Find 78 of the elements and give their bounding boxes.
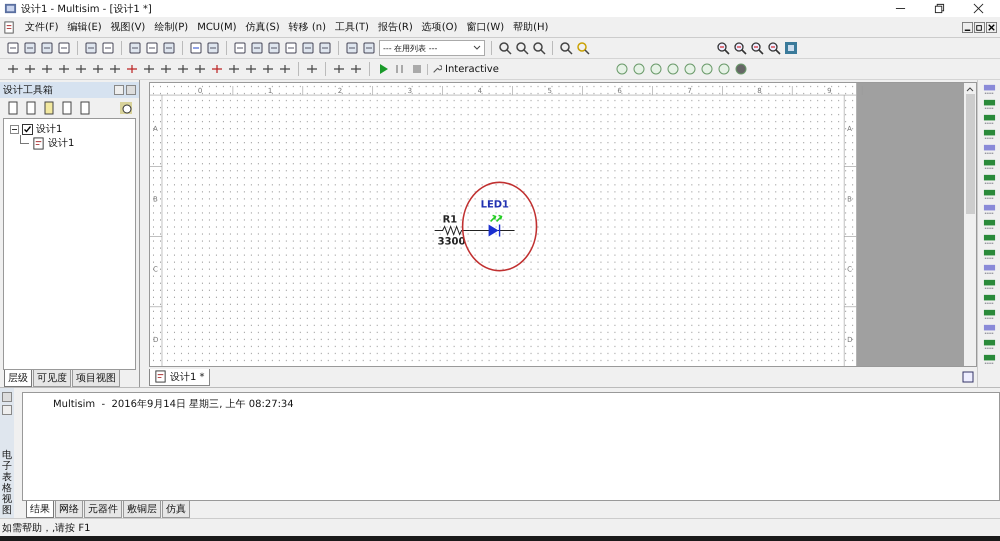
panel-tab[interactable]: 元器件 bbox=[84, 501, 122, 518]
sheet-icon[interactable] bbox=[961, 370, 975, 384]
instrument-icon[interactable] bbox=[982, 98, 996, 111]
zoom-icon[interactable] bbox=[750, 41, 764, 55]
menu-item[interactable]: 绘制(P) bbox=[154, 20, 188, 34]
component-ref: LED1 bbox=[480, 199, 509, 210]
zoom-icon[interactable] bbox=[716, 41, 730, 55]
component-dropdown[interactable]: --- 在用列表 --- bbox=[379, 40, 485, 56]
menu-item[interactable]: 窗口(W) bbox=[466, 20, 504, 34]
checkbox[interactable] bbox=[22, 124, 33, 134]
component-ref: R1 bbox=[442, 214, 458, 226]
pin-button[interactable] bbox=[114, 85, 124, 95]
instrument-icon[interactable] bbox=[982, 128, 996, 141]
resistor-symbol bbox=[434, 225, 470, 236]
instrument-icon[interactable] bbox=[982, 113, 996, 126]
menu-item[interactable]: 编辑(E) bbox=[68, 20, 102, 34]
restore-icon[interactable] bbox=[934, 3, 945, 14]
tree-item[interactable]: 设计1 bbox=[48, 136, 74, 150]
menu-item[interactable]: 文件(F) bbox=[25, 20, 59, 34]
panel-tab[interactable]: 仿真 bbox=[162, 501, 190, 518]
panel-tab[interactable]: 层级 bbox=[4, 370, 32, 387]
component-value: 3300 bbox=[438, 236, 466, 248]
search-icon[interactable] bbox=[559, 41, 573, 55]
menu-item[interactable]: 选项(O) bbox=[422, 20, 458, 34]
instrument-icon[interactable] bbox=[982, 248, 996, 261]
instrument-icon[interactable] bbox=[982, 278, 996, 291]
panel-tab[interactable]: 项目视图 bbox=[72, 370, 120, 387]
instrument-icon[interactable] bbox=[982, 338, 996, 351]
instrument-icon[interactable] bbox=[982, 308, 996, 321]
schematic-icon bbox=[154, 370, 167, 383]
close-button[interactable] bbox=[126, 85, 136, 95]
zoom-icon[interactable] bbox=[767, 41, 781, 55]
expand-button[interactable] bbox=[2, 405, 12, 415]
panel-tab[interactable]: 结果 bbox=[26, 501, 54, 518]
full-screen-icon[interactable] bbox=[784, 41, 798, 55]
panel-title: 电子表格视图 bbox=[2, 450, 12, 516]
panel-title: 设计工具箱 bbox=[3, 84, 53, 97]
mode-text: Interactive bbox=[445, 64, 499, 74]
status-text: 如需帮助，,请按 F1 bbox=[2, 522, 90, 534]
scroll-up-icon[interactable] bbox=[966, 86, 974, 92]
child-minimize-icon[interactable] bbox=[962, 22, 973, 32]
menu-item[interactable]: 报告(R) bbox=[378, 20, 413, 34]
instrument-icon[interactable] bbox=[982, 218, 996, 231]
child-close-icon[interactable] bbox=[986, 22, 997, 32]
instrument-icon[interactable] bbox=[982, 293, 996, 306]
instrument-icon[interactable] bbox=[982, 158, 996, 171]
schematic-icon bbox=[32, 136, 45, 150]
menu-item[interactable]: 视图(V) bbox=[110, 20, 146, 34]
expander-icon[interactable] bbox=[10, 124, 19, 134]
instrument-icon[interactable] bbox=[982, 188, 996, 201]
instrument-icon[interactable] bbox=[982, 353, 996, 366]
instrument-icon[interactable] bbox=[982, 83, 996, 96]
window-title: 设计1 - Multisim - [设计1 *] bbox=[21, 2, 152, 16]
panel-tab[interactable]: 网络 bbox=[55, 501, 83, 518]
close-button[interactable] bbox=[2, 392, 12, 402]
instrument-icon[interactable] bbox=[982, 173, 996, 186]
sheet-tab[interactable]: 设计1 * bbox=[149, 368, 210, 386]
instrument-icon[interactable] bbox=[982, 203, 996, 216]
led-symbol bbox=[469, 214, 516, 237]
instrument-icon[interactable] bbox=[982, 263, 996, 276]
tree-item[interactable]: 设计1 bbox=[36, 122, 62, 136]
instrument-icon[interactable] bbox=[982, 233, 996, 246]
instrument-icon[interactable] bbox=[982, 323, 996, 336]
menu-item[interactable]: MCU(M) bbox=[197, 22, 237, 32]
chevron-icon bbox=[473, 45, 481, 51]
instrument-icon[interactable] bbox=[982, 143, 996, 156]
menu-item[interactable]: 工具(T) bbox=[335, 20, 369, 34]
menu-item[interactable]: 帮助(H) bbox=[513, 20, 548, 34]
child-restore-icon[interactable] bbox=[974, 22, 985, 32]
panel-tab[interactable]: 可见度 bbox=[33, 370, 71, 387]
menu-item[interactable]: 仿真(S) bbox=[246, 20, 280, 34]
app-icon bbox=[4, 2, 17, 15]
zoom-icon[interactable] bbox=[733, 41, 747, 55]
panel-tab[interactable]: 敷铜层 bbox=[123, 501, 161, 518]
log-entry: Multisim - 2016年9月14日 星期三, 上午 08:27:34 bbox=[53, 399, 294, 410]
document-icon bbox=[3, 20, 16, 34]
menu-item[interactable]: 转移 (n) bbox=[288, 20, 326, 34]
close-icon[interactable] bbox=[973, 3, 984, 14]
